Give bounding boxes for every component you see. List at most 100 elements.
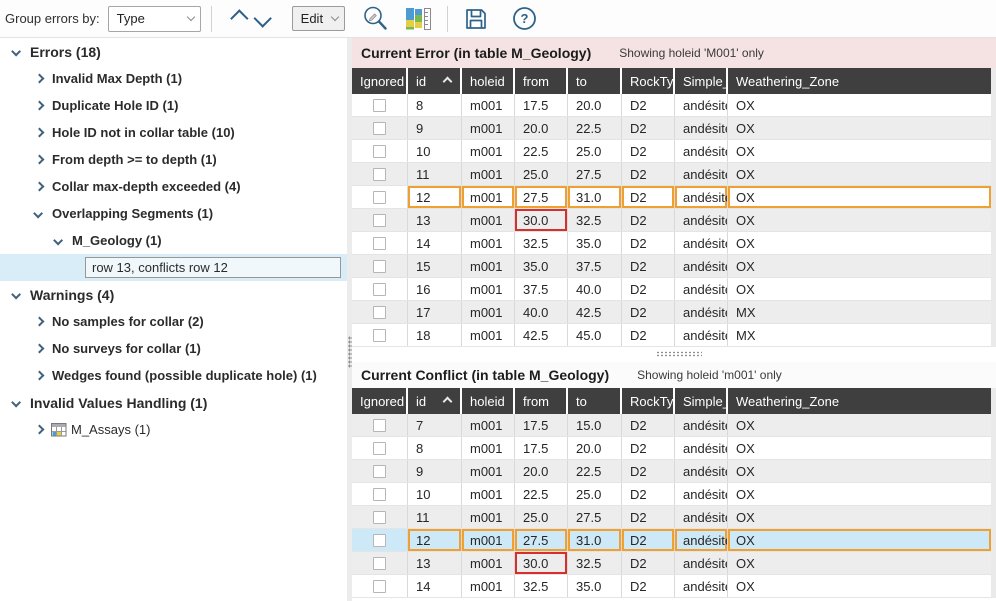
ignored-checkbox[interactable] [373,419,386,432]
column-header[interactable]: RockTy... [622,388,675,414]
column-header[interactable]: Ignored [352,388,408,414]
save-icon [463,6,489,32]
ignored-checkbox[interactable] [373,99,386,112]
table-row[interactable]: 8m00117.520.0D2andésiteOX [352,94,991,117]
table-row[interactable]: 12m00127.531.0D2andésiteOX [352,529,991,552]
table-splitter[interactable] [352,347,996,362]
search-edit-button[interactable] [357,5,394,32]
table-row[interactable]: 14m00132.535.0D2andésiteOX [352,232,991,255]
tree-item[interactable]: Collar max-depth exceeded (4) [0,173,347,200]
table-row[interactable]: 11m00125.027.5D2andésiteOX [352,506,991,529]
ignored-checkbox[interactable] [373,145,386,158]
ignored-checkbox[interactable] [373,580,386,593]
chevron-right-icon[interactable] [30,129,48,136]
tree-item[interactable]: row 13, conflicts row 12 [0,254,347,281]
next-error-button[interactable] [255,10,276,27]
current-error-table: IgnoredidholeidfromtoRockTy...Simple_...… [352,68,996,347]
table-row[interactable]: 18m00142.545.0D2andésiteMX [352,324,991,347]
chevron-right-icon[interactable] [30,75,48,82]
chevron-right-icon[interactable] [30,156,48,163]
column-header[interactable]: RockTy... [622,68,675,94]
ignored-checkbox[interactable] [373,488,386,501]
tree-item[interactable]: Errors (18) [0,38,347,65]
cell-holeid: m001 [462,552,515,574]
chevron-right-icon[interactable] [30,426,48,433]
column-header[interactable]: holeid [462,68,515,94]
chevron-down-icon[interactable] [30,210,48,217]
table-row[interactable]: 13m00130.032.5D2andésiteOX [352,209,991,232]
column-header[interactable]: Weathering_Zone [728,68,991,94]
cell-rockty: D2 [622,437,675,459]
column-header[interactable]: from [515,388,568,414]
column-header[interactable]: Ignored [352,68,408,94]
table-row[interactable]: 9m00120.022.5D2andésiteOX [352,117,991,140]
tree-item[interactable]: No surveys for collar (1) [0,335,347,362]
group-by-dropdown[interactable]: Type [108,6,201,32]
ignored-checkbox[interactable] [373,214,386,227]
ignored-checkbox[interactable] [373,168,386,181]
tree-item[interactable]: Invalid Values Handling (1) [0,389,347,416]
column-header[interactable]: id [408,68,462,94]
help-button[interactable]: ? [506,5,543,32]
chevron-right-icon[interactable] [30,345,48,352]
tree-item[interactable]: Wedges found (possible duplicate hole) (… [0,362,347,389]
table-row[interactable]: 16m00137.540.0D2andésiteOX [352,278,991,301]
ignored-checkbox[interactable] [373,237,386,250]
table-row[interactable]: 7m00117.515.0D2andésiteOX [352,414,991,437]
ignored-checkbox[interactable] [373,191,386,204]
ignored-checkbox[interactable] [373,260,386,273]
ignored-checkbox[interactable] [373,442,386,455]
save-button[interactable] [458,6,494,32]
table-row[interactable]: 12m00127.531.0D2andésiteOX [352,186,991,209]
column-header[interactable]: Simple_... [675,68,728,94]
ignored-checkbox[interactable] [373,511,386,524]
chevron-down-icon[interactable] [50,237,68,244]
tree-item[interactable]: From depth >= to depth (1) [0,146,347,173]
drillhole-view-button[interactable] [400,7,437,31]
tree-item[interactable]: M_Assays (1) [0,416,347,443]
ignored-checkbox[interactable] [373,283,386,296]
column-header[interactable]: to [568,68,622,94]
table-row[interactable]: 10m00122.525.0D2andésiteOX [352,483,991,506]
ignored-checkbox[interactable] [373,465,386,478]
chevron-right-icon[interactable] [30,372,48,379]
chevron-down-icon[interactable] [8,291,26,298]
chevron-right-icon[interactable] [30,318,48,325]
tree-item[interactable]: Invalid Max Depth (1) [0,65,347,92]
table-row[interactable]: 9m00120.022.5D2andésiteOX [352,460,991,483]
tree-item[interactable]: Hole ID not in collar table (10) [0,119,347,146]
ignored-checkbox[interactable] [373,329,386,342]
table-header-row: IgnoredidholeidfromtoRockTy...Simple_...… [352,68,991,94]
column-header[interactable]: holeid [462,388,515,414]
scrollbar-gutter[interactable] [991,68,996,347]
table-row[interactable]: 8m00117.520.0D2andésiteOX [352,437,991,460]
column-header[interactable]: Weathering_Zone [728,388,991,414]
tree-table-splitter[interactable] [347,38,352,601]
column-header[interactable]: from [515,68,568,94]
ignored-checkbox[interactable] [373,122,386,135]
table-row[interactable]: 10m00122.525.0D2andésiteOX [352,140,991,163]
chevron-right-icon[interactable] [30,183,48,190]
ignored-checkbox[interactable] [373,534,386,547]
ignored-checkbox[interactable] [373,306,386,319]
chevron-down-icon[interactable] [8,48,26,55]
tree-item[interactable]: Duplicate Hole ID (1) [0,92,347,119]
previous-error-button[interactable] [226,10,247,27]
table-row[interactable]: 11m00125.027.5D2andésiteOX [352,163,991,186]
edit-dropdown[interactable]: Edit [292,6,345,31]
scrollbar-gutter[interactable] [991,388,996,598]
tree-item[interactable]: Warnings (4) [0,281,347,308]
column-header[interactable]: to [568,388,622,414]
chevron-down-icon[interactable] [8,399,26,406]
table-row[interactable]: 15m00135.037.5D2andésiteOX [352,255,991,278]
tree-item[interactable]: Overlapping Segments (1) [0,200,347,227]
column-header[interactable]: Simple_... [675,388,728,414]
tree-item[interactable]: M_Geology (1) [0,227,347,254]
ignored-checkbox[interactable] [373,557,386,570]
table-row[interactable]: 13m00130.032.5D2andésiteOX [352,552,991,575]
column-header[interactable]: id [408,388,462,414]
chevron-right-icon[interactable] [30,102,48,109]
table-row[interactable]: 14m00132.535.0D2andésiteOX [352,575,991,598]
table-row[interactable]: 17m00140.042.5D2andésiteMX [352,301,991,324]
tree-item[interactable]: No samples for collar (2) [0,308,347,335]
